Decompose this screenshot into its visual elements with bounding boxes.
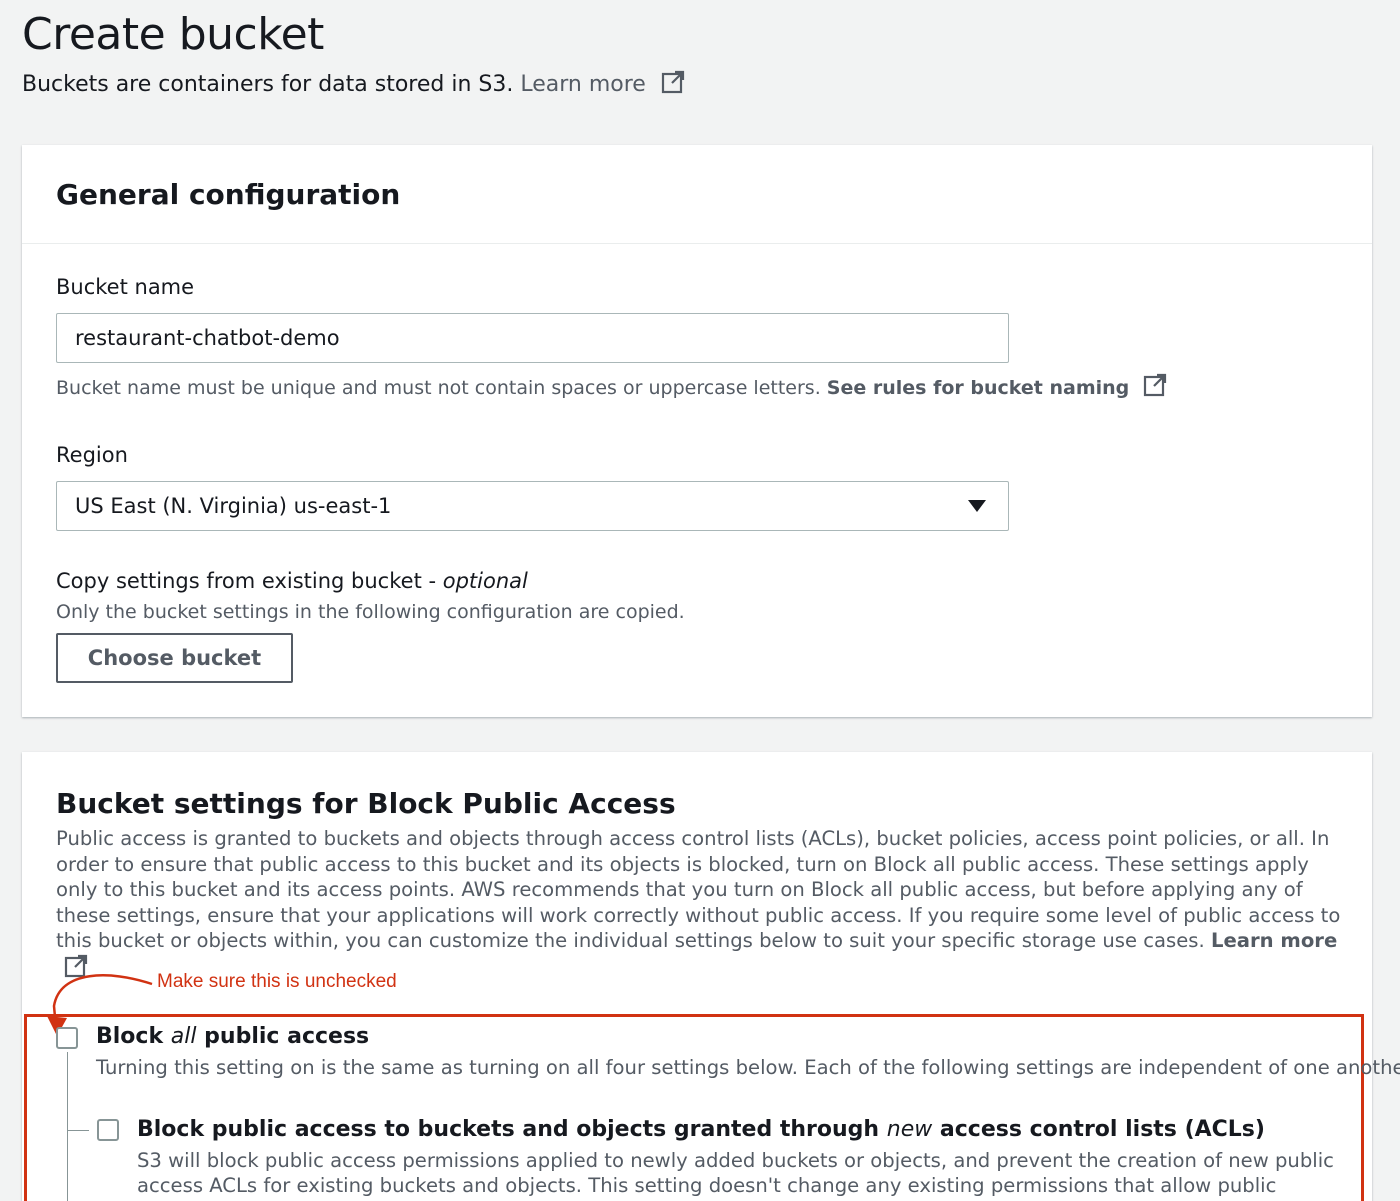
- block-all-public-access-description: Turning this setting on is the same as t…: [96, 1056, 1400, 1079]
- bucket-name-hint-text: Bucket name must be unique and must not …: [56, 377, 821, 399]
- bpa-learn-more-link[interactable]: Learn more: [1211, 929, 1337, 952]
- general-configuration-heading: General configuration: [56, 178, 401, 211]
- bucket-name-input[interactable]: restaurant-chatbot-demo: [56, 313, 1009, 363]
- tree-line-vertical: [67, 1052, 68, 1201]
- create-bucket-page: Create bucket Buckets are containers for…: [0, 0, 1400, 1201]
- bucket-naming-rules-link[interactable]: See rules for bucket naming: [827, 377, 1129, 399]
- block-public-access-description-text: Public access is granted to buckets and …: [56, 827, 1341, 952]
- page-title: Create bucket: [22, 9, 324, 60]
- tree-line-horizontal: [67, 1130, 89, 1131]
- caret-down-icon: [968, 500, 986, 512]
- page-description: Buckets are containers for data stored i…: [22, 70, 685, 100]
- block-all-label-post: public access: [204, 1024, 370, 1049]
- annotation-text: Make sure this is unchecked: [157, 971, 397, 992]
- page-description-text: Buckets are containers for data stored i…: [22, 72, 514, 97]
- bucket-name-hint: Bucket name must be unique and must not …: [56, 373, 1167, 401]
- learn-more-link[interactable]: Learn more: [520, 72, 645, 97]
- bucket-name-label: Bucket name: [56, 275, 195, 299]
- copy-settings-hint: Only the bucket settings in the followin…: [56, 601, 685, 623]
- copy-settings-optional: optional: [442, 569, 528, 593]
- block-public-access-description: Public access is granted to buckets and …: [56, 826, 1356, 981]
- block-new-acls-description: S3 will block public access permissions …: [137, 1149, 1334, 1201]
- block-public-access-heading: Bucket settings for Block Public Access: [56, 787, 676, 820]
- copy-settings-label-text: Copy settings from existing bucket -: [56, 569, 437, 593]
- block-new-acls-label-em: new: [886, 1117, 933, 1142]
- region-select-value: US East (N. Virginia) us-east-1: [75, 494, 392, 518]
- external-link-icon[interactable]: [1143, 373, 1167, 397]
- block-new-acls-label[interactable]: Block public access to buckets and objec…: [137, 1115, 1265, 1145]
- block-new-acls-label-post: access control lists (ACLs): [939, 1117, 1265, 1142]
- block-new-acls-checkbox[interactable]: [97, 1119, 119, 1141]
- copy-settings-label: Copy settings from existing bucket - opt…: [56, 567, 528, 595]
- choose-bucket-button[interactable]: Choose bucket: [56, 633, 293, 683]
- region-label: Region: [56, 443, 128, 467]
- region-select[interactable]: US East (N. Virginia) us-east-1: [56, 481, 1009, 531]
- block-all-label-pre: Block: [96, 1024, 164, 1049]
- external-link-icon[interactable]: [661, 70, 685, 94]
- block-all-public-access-label[interactable]: Block all public access: [96, 1022, 369, 1052]
- general-configuration-header: General configuration: [22, 145, 1372, 244]
- general-configuration-panel: General configuration Bucket name restau…: [22, 145, 1372, 717]
- block-new-acls-label-pre: Block public access to buckets and objec…: [137, 1117, 880, 1142]
- block-all-public-access-checkbox[interactable]: [56, 1027, 78, 1049]
- block-all-label-em: all: [170, 1024, 197, 1049]
